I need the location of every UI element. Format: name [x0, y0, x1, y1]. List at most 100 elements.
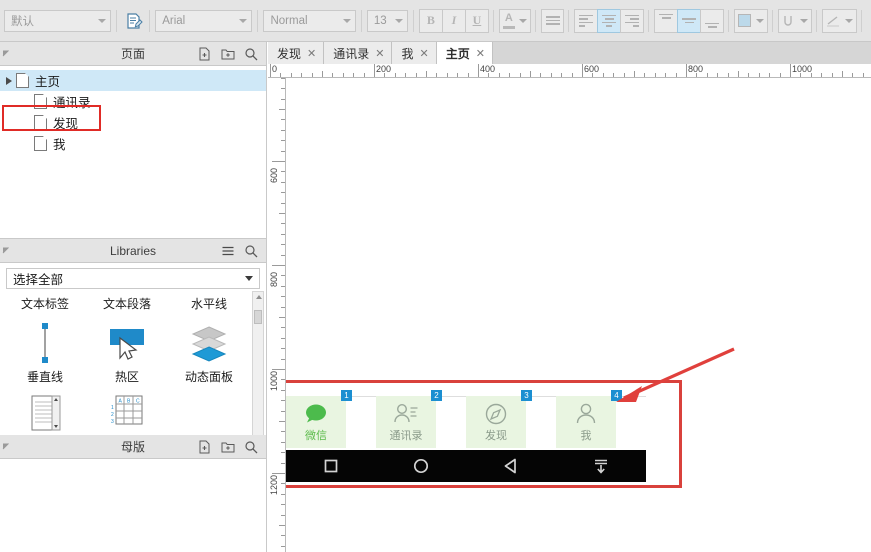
font-family-value: Arial: [162, 14, 186, 27]
collapse-arrow-icon[interactable]: [0, 441, 22, 452]
badge-text: 2: [434, 391, 439, 400]
widget-list-box[interactable]: [4, 391, 86, 437]
ruler-tick: [800, 73, 802, 77]
close-icon[interactable]: ✕: [307, 47, 316, 60]
chevron-down-icon: [845, 18, 854, 23]
font-weight-dropdown[interactable]: Normal: [263, 9, 356, 32]
tabbar-item-contacts[interactable]: 通讯录: [376, 396, 436, 448]
italic-button[interactable]: I: [441, 8, 466, 33]
compass-icon: [484, 402, 508, 426]
widget-horizontal-line[interactable]: 水平线: [168, 293, 250, 312]
ruler-tick: [561, 73, 563, 77]
tab-home[interactable]: 主页 ✕: [436, 42, 493, 64]
vertical-ruler[interactable]: 600 800 1000 1200: [268, 78, 286, 552]
collapse-arrow-icon[interactable]: [0, 48, 22, 59]
widget-hot-spot[interactable]: 热区: [86, 320, 168, 385]
align-left-button[interactable]: [574, 8, 599, 33]
ruler-tick: [281, 441, 285, 443]
align-center-icon: [602, 14, 617, 27]
valign-middle-button[interactable]: [677, 8, 702, 33]
widget-text-label[interactable]: 文本标签: [4, 293, 86, 312]
tab-discover[interactable]: 发现 ✕: [268, 42, 325, 64]
ruler-tick: [582, 64, 583, 77]
pages-tree: 主页 通讯录 发现 我: [0, 66, 266, 154]
font-color-button[interactable]: A: [498, 8, 531, 33]
line-style-button[interactable]: [822, 8, 858, 33]
horizontal-ruler[interactable]: 0 200 400 600 800 1000: [268, 64, 871, 78]
format-painter-icon[interactable]: [122, 9, 145, 33]
badge-text: 3: [524, 391, 529, 400]
add-master-icon[interactable]: [198, 440, 212, 454]
widget-vertical-line[interactable]: 垂直线: [4, 320, 86, 385]
align-right-button[interactable]: [620, 8, 645, 33]
font-size-value: 13: [373, 14, 387, 27]
ruler-tick: [509, 73, 511, 77]
ruler-tick: [842, 71, 843, 77]
border-line-button[interactable]: [778, 8, 813, 33]
bullet-list-button[interactable]: [540, 8, 565, 33]
ruler-tick: [281, 452, 285, 454]
add-page-icon[interactable]: [198, 47, 212, 61]
widget-dynamic-panel[interactable]: 动态面板: [168, 320, 250, 385]
valign-bottom-button[interactable]: [700, 8, 725, 33]
tabbar-item-wechat[interactable]: 微信: [286, 396, 346, 448]
hide-keyboard-icon[interactable]: [588, 453, 614, 479]
library-select-dropdown[interactable]: 选择全部: [6, 268, 260, 289]
font-color-swatch: [502, 25, 515, 29]
home-circle-icon[interactable]: [408, 453, 434, 479]
ruler-tick: [281, 400, 285, 402]
widget-text-paragraph[interactable]: 文本段落: [86, 293, 168, 312]
svg-text:C: C: [136, 399, 140, 405]
fill-color-button[interactable]: [734, 8, 769, 33]
search-icon[interactable]: [244, 440, 258, 454]
close-icon[interactable]: ✕: [476, 47, 485, 60]
close-icon[interactable]: ✕: [375, 47, 384, 60]
page-tree-item-home[interactable]: 主页: [0, 70, 266, 91]
scrollbar-thumb[interactable]: [254, 310, 262, 324]
align-center-button[interactable]: [597, 8, 622, 33]
add-folder-icon[interactable]: [221, 440, 235, 454]
tab-contacts[interactable]: 通讯录 ✕: [324, 42, 393, 64]
ruler-tick: [550, 73, 552, 77]
chat-bubble-icon: [303, 402, 329, 426]
underline-button[interactable]: U: [464, 8, 489, 33]
ruler-tick: [281, 181, 285, 183]
ruler-tick: [519, 73, 521, 77]
ruler-tick: [706, 73, 708, 77]
page-tree-item-contacts[interactable]: 通讯录: [0, 91, 266, 112]
ruler-tick: [281, 431, 285, 433]
back-triangle-icon[interactable]: [498, 453, 524, 479]
font-size-dropdown[interactable]: 13: [366, 9, 408, 32]
tab-me[interactable]: 我 ✕: [392, 42, 437, 64]
pages-panel-actions: [198, 47, 266, 61]
ruler-tick: [758, 73, 760, 77]
tabbar-item-discover[interactable]: 发现: [466, 396, 526, 448]
ruler-tick: [281, 171, 285, 173]
tabbar-badge-2: 2: [431, 390, 442, 401]
ruler-tick: [790, 64, 791, 77]
scroll-up-icon[interactable]: [256, 295, 262, 299]
style-dropdown[interactable]: 默认: [4, 9, 111, 32]
design-canvas[interactable]: 微信 1 通讯录 2 发现 3 我 4: [286, 78, 871, 552]
ruler-tick: [332, 73, 334, 77]
collapse-arrow-icon[interactable]: [0, 245, 22, 256]
libraries-scrollbar[interactable]: [252, 291, 264, 451]
hamburger-menu-icon[interactable]: [221, 244, 235, 258]
valign-top-button[interactable]: [654, 8, 679, 33]
search-icon[interactable]: [244, 47, 258, 61]
widget-label: 水平线: [190, 297, 227, 311]
recents-square-icon[interactable]: [318, 453, 344, 479]
add-folder-icon[interactable]: [221, 47, 235, 61]
widget-table[interactable]: A B C 1 2 3: [86, 391, 168, 437]
search-icon[interactable]: [244, 244, 258, 258]
ruler-tick: [281, 88, 285, 90]
badge-text: 1: [344, 391, 349, 400]
divider: [816, 9, 818, 32]
bold-button[interactable]: B: [418, 8, 443, 33]
page-tree-item-me[interactable]: 我: [0, 133, 266, 154]
close-icon[interactable]: ✕: [419, 47, 428, 60]
ruler-tick: [281, 306, 285, 308]
expand-triangle-icon[interactable]: [6, 76, 12, 85]
page-tree-item-discover[interactable]: 发现: [0, 112, 266, 133]
font-family-dropdown[interactable]: Arial: [155, 9, 253, 32]
